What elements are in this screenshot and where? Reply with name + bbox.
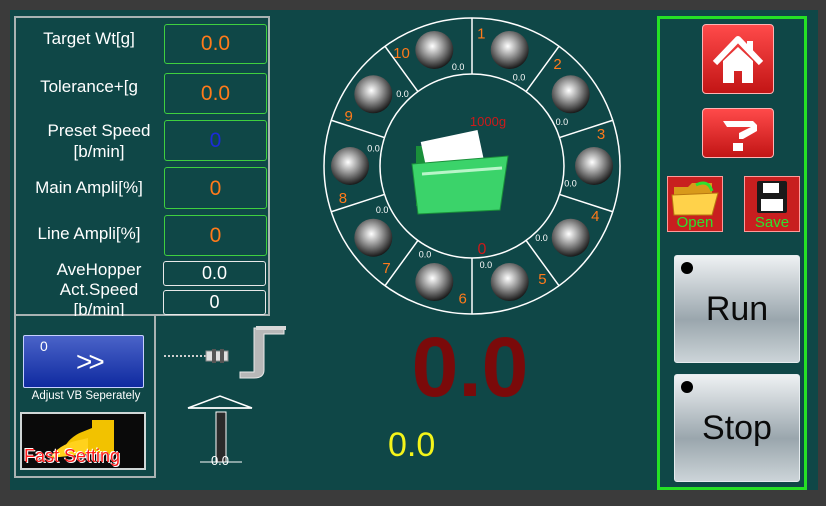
hopper-dial: 1 0.0 2 0.0 3 0.0 4 0.0 5 0.0 6 0.0 7 0.0 8 0.0 9 0.0 10 0.… <box>323 17 621 315</box>
hopper-10-button[interactable] <box>415 30 454 69</box>
hopper-2-value: 0.0 <box>556 117 569 127</box>
hopper-3-button[interactable] <box>575 147 613 185</box>
open-folder-icon <box>671 181 719 216</box>
hopper-3-value: 0.0 <box>564 178 577 188</box>
hopper-10-value: 0.0 <box>452 62 465 72</box>
hopper-9-number: 9 <box>345 108 353 125</box>
hopper-8-number: 8 <box>339 190 347 207</box>
stop-label: Stop <box>702 409 772 447</box>
help-button[interactable] <box>702 108 774 158</box>
tolerance-label: Tolerance+[g <box>40 77 138 96</box>
dial-spoke <box>331 119 385 139</box>
line-ampli-field[interactable]: 0 <box>164 215 267 256</box>
folder-icon <box>411 129 509 215</box>
preset-speed-unit: [b/min] <box>73 142 125 161</box>
adjust-vb-button[interactable]: 0 >> <box>23 335 144 388</box>
hopper-2-number: 2 <box>553 56 561 73</box>
hopper-7-value: 0.0 <box>376 205 389 215</box>
hopper-5-number: 5 <box>538 271 546 288</box>
save-button[interactable]: Save <box>744 176 800 232</box>
help-icon <box>723 121 757 151</box>
hopper-1-number: 1 <box>477 25 485 42</box>
stop-button[interactable]: Stop <box>674 374 800 482</box>
machine-value: 0.0 <box>210 453 230 468</box>
home-icon <box>712 36 764 83</box>
line-ampli-label: Line Ampli[%] <box>37 224 141 243</box>
run-indicator <box>681 262 693 274</box>
hopper-1-button[interactable] <box>490 30 529 69</box>
adjust-vb-count: 0 <box>40 338 48 354</box>
hopper-9-button[interactable] <box>354 75 393 114</box>
main-panel: Target Wt[g] 0.0 Tolerance+[g 0.0 Preset… <box>10 10 818 490</box>
hopper-4-button[interactable] <box>551 218 590 257</box>
run-button[interactable]: Run <box>674 255 800 363</box>
hopper-5-button[interactable] <box>490 263 529 302</box>
hopper-5-value: 0.0 <box>480 260 493 270</box>
hopper-9-value: 0.0 <box>396 89 409 99</box>
home-button[interactable] <box>702 24 774 94</box>
target-wt-label: Target Wt[g] <box>43 29 135 48</box>
open-label: Open <box>676 214 714 231</box>
dial-spoke <box>559 193 613 213</box>
fast-setting-button[interactable]: Fast Setting <box>20 412 146 470</box>
hopper-6-number: 6 <box>459 291 467 308</box>
hopper-3-number: 3 <box>597 126 605 143</box>
run-label: Run <box>705 290 769 328</box>
hopper-6-button[interactable] <box>415 263 454 302</box>
main-ampli-label: Main Ampli[%] <box>35 178 143 197</box>
hopper-4-value: 0.0 <box>535 233 548 243</box>
hopper-8-button[interactable] <box>331 147 369 185</box>
hopper-4-number: 4 <box>591 208 599 225</box>
hopper-7-button[interactable] <box>354 218 393 257</box>
feeder-illustration <box>164 326 286 463</box>
stop-indicator <box>681 381 693 393</box>
act-speed-value: 0 <box>163 290 266 315</box>
parameter-panel: Target Wt[g] 0.0 Tolerance+[g 0.0 Preset… <box>14 16 270 319</box>
hopper-1-value: 0.0 <box>513 73 526 83</box>
save-label: Save <box>754 214 790 231</box>
act-speed-label: Act.Speed <box>59 280 139 299</box>
hopper-6-value: 0.0 <box>419 249 432 259</box>
ave-hopper-label: AveHopper <box>56 260 142 279</box>
hmi-screen: Target Wt[g] 0.0 Tolerance+[g 0.0 Preset… <box>0 0 826 506</box>
double-chevron-right-icon: >> <box>76 346 105 377</box>
preset-speed-label: Preset Speed <box>47 121 151 140</box>
tolerance-field[interactable]: 0.0 <box>164 73 267 114</box>
preset-speed-field[interactable]: 0 <box>164 120 267 161</box>
hopper-10-number: 10 <box>393 45 410 62</box>
hopper-2-button[interactable] <box>551 75 590 114</box>
hopper-7-number: 7 <box>382 260 390 277</box>
fast-setting-label: Fast Setting <box>24 446 121 466</box>
main-ampli-field[interactable]: 0 <box>164 167 267 209</box>
open-button[interactable]: Open <box>667 176 723 232</box>
total-weight-display: 0.0 <box>411 320 529 414</box>
adjust-vb-label: Adjust VB Seperately <box>31 390 141 402</box>
target-wt-field[interactable]: 0.0 <box>164 24 267 64</box>
floppy-disk-icon <box>757 181 787 213</box>
control-panel: Open Save Run Stop <box>657 16 807 490</box>
hopper-8-value: 0.0 <box>367 144 380 154</box>
sub-weight-display: 0.0 <box>388 426 436 464</box>
dial-center-count: 0 <box>478 241 487 258</box>
dial-top-label: 1000g <box>470 114 506 129</box>
